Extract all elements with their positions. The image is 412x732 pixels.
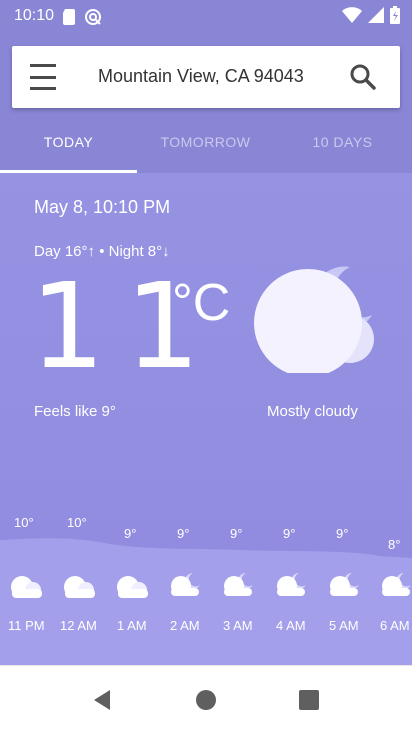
wifi-icon xyxy=(342,7,362,23)
hour-temp: 9° xyxy=(283,526,296,541)
cloud-moon-icon xyxy=(277,573,306,596)
cloud-moon-icon xyxy=(254,266,374,373)
hour-temp: 8° xyxy=(388,537,401,552)
menu-bar xyxy=(30,64,56,67)
hour-label: 4 AM xyxy=(276,618,306,633)
cloud-moon-icon xyxy=(382,573,411,596)
menu-bar xyxy=(30,87,56,90)
cloud-icon xyxy=(64,576,95,598)
sync-icon xyxy=(85,9,101,25)
hour-label: 1 AM xyxy=(117,618,147,633)
current-datetime: May 8, 10:10 PM xyxy=(34,197,171,217)
hour-label: 2 AM xyxy=(170,618,200,633)
location-input[interactable]: Mountain View, CA 94043 xyxy=(98,66,304,87)
tab-bar: TODAY TOMORROW 10 DAYS xyxy=(0,122,412,173)
hour-temp: 9° xyxy=(177,526,190,541)
status-bar: 10:10 xyxy=(0,0,412,34)
hour-label: 12 AM xyxy=(60,618,97,633)
back-icon[interactable] xyxy=(88,686,116,714)
signal-icon xyxy=(368,7,384,23)
home-icon[interactable] xyxy=(192,686,220,714)
search-icon[interactable] xyxy=(348,62,378,92)
hour-temp: 10° xyxy=(67,515,87,530)
cloud-moon-icon xyxy=(330,573,359,596)
feels-like: Feels like 9° xyxy=(34,403,116,420)
hour-label: 5 AM xyxy=(329,618,359,633)
app-header: Mountain View, CA 94043 TODAY TOMORROW 1… xyxy=(0,34,412,173)
cloud-icon xyxy=(117,576,148,598)
cloud-icon xyxy=(11,576,42,598)
hour-temp: 9° xyxy=(336,526,349,541)
tab-today[interactable]: TODAY xyxy=(0,134,137,150)
sd-card-icon xyxy=(63,9,75,25)
hour-label: 3 AM xyxy=(223,618,253,633)
tab-10-days[interactable]: 10 DAYS xyxy=(274,134,411,150)
hour-label: 11 PM xyxy=(8,618,45,633)
hour-label: 6 AM xyxy=(380,618,410,633)
menu-bar xyxy=(30,75,56,79)
status-time: 10:10 xyxy=(14,7,55,24)
system-nav-bar xyxy=(0,665,412,732)
cloud-moon-icon xyxy=(224,573,253,596)
tab-tomorrow[interactable]: TOMORROW xyxy=(137,134,274,150)
recents-icon[interactable] xyxy=(295,686,323,714)
hour-temp: 9° xyxy=(230,526,243,541)
temperature-unit: °C xyxy=(172,274,231,332)
search-card: Mountain View, CA 94043 xyxy=(12,46,400,108)
hour-temp: 10° xyxy=(14,515,34,530)
cloud-moon-icon xyxy=(171,573,200,596)
weather-condition: Mostly cloudy xyxy=(267,403,358,420)
hour-temp: 9° xyxy=(124,526,137,541)
menu-button[interactable] xyxy=(30,64,66,90)
battery-icon xyxy=(390,6,400,24)
current-weather-panel: May 8, 10:10 PM Day 16°↑ • Night 8°↓ 11 … xyxy=(0,173,412,665)
